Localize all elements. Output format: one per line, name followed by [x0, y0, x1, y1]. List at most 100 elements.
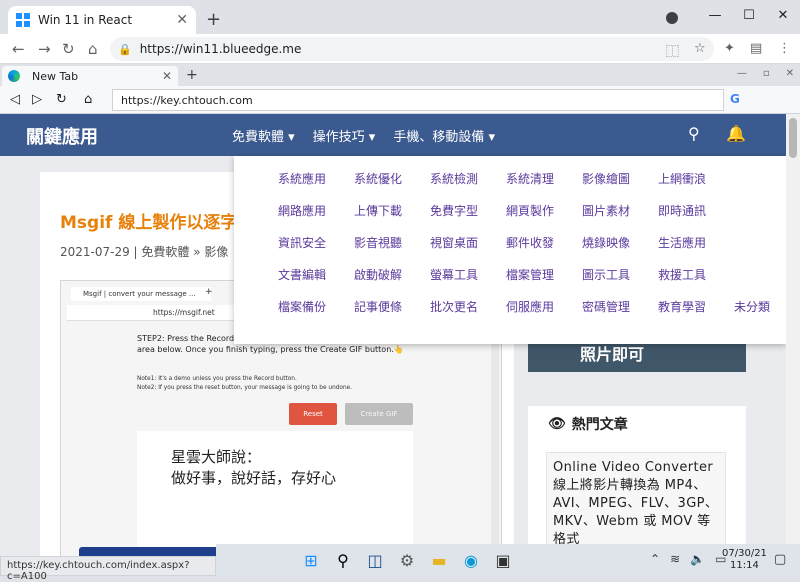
outer-tab-strip: Win 11 in React ✕ + — ☐ ✕	[0, 0, 800, 34]
mega-menu-item[interactable]: 燒錄映像	[582, 234, 658, 251]
start-windows-icon[interactable]: ⊞	[300, 549, 322, 571]
mega-menu-item[interactable]: 啟動破解	[354, 266, 430, 283]
scrollbar-thumb[interactable]	[789, 118, 797, 158]
extension-icon[interactable]: ▤	[750, 41, 762, 56]
close-tab-icon[interactable]: ✕	[162, 69, 172, 83]
new-tab-button[interactable]: +	[206, 9, 221, 30]
screenshot-tab: Msgif | convert your message ...	[71, 287, 211, 301]
outer-tab-title: Win 11 in React	[38, 13, 133, 27]
outer-toolbar: ← → ↻ ⌂ 🔒 https://win11.blueedge.me ⿰ ☆ …	[0, 34, 800, 64]
mega-menu-item[interactable]: 批次更名	[430, 298, 506, 315]
home-icon[interactable]: ⌂	[84, 92, 92, 107]
mega-menu-item[interactable]: 影音視聽	[354, 234, 430, 251]
search-icon[interactable]: ⚲	[688, 124, 700, 143]
mega-menu-item[interactable]: 文書編輯	[278, 266, 354, 283]
search-icon[interactable]: ⚲	[332, 549, 354, 571]
forward-icon[interactable]: →	[38, 40, 51, 58]
menu-kebab-icon[interactable]: ⋮	[778, 41, 791, 56]
home-icon[interactable]: ⌂	[88, 40, 98, 58]
translate-icon[interactable]: ⿰	[666, 41, 679, 60]
nav-mobile[interactable]: 手機、移動設備 ▾	[393, 126, 495, 145]
inner-tab-strip: New Tab ✕ + — ▫ ✕	[0, 64, 800, 86]
reload-icon[interactable]: ↻	[56, 92, 67, 107]
wifi-icon[interactable]: ≋	[670, 552, 680, 566]
inner-maximize-button[interactable]: ▫	[763, 68, 770, 79]
hot-articles-widget: 👁 熱門文章 Online Video Converter 線上將影片轉換為 M…	[528, 406, 746, 558]
mega-menu-item[interactable]: 檔案管理	[506, 266, 582, 283]
task-view-icon[interactable]: ◫	[364, 549, 386, 571]
site-logo[interactable]: 關鍵應用	[26, 123, 98, 149]
mega-menu-item[interactable]: 上傳下載	[354, 202, 430, 219]
mega-menu-grid: 系統應用 系統優化 系統檢測 系統清理 影像繪圖 上網衝浪網路應用 上傳下載 免費字型 網頁製作…	[278, 170, 786, 315]
website-viewport: 關鍵應用 免費軟體 ▾ 操作技巧 ▾ 手機、移動設備 ▾ ⚲ 🔔 Msgif 線…	[0, 114, 786, 558]
nav-tips[interactable]: 操作技巧 ▾	[313, 126, 376, 145]
close-tab-icon[interactable]: ✕	[176, 12, 188, 28]
mega-menu-dropdown: 系統應用 系統優化 系統檢測 系統清理 影像繪圖 上網衝浪網路應用 上傳下載 免費字型 網頁製作…	[234, 156, 786, 344]
new-tab-button[interactable]: +	[186, 67, 198, 83]
mega-menu-item[interactable]: 系統優化	[354, 170, 430, 187]
extensions-icon[interactable]: ✦	[724, 41, 735, 56]
mega-menu-item[interactable]: 救援工具	[658, 266, 734, 283]
forward-icon[interactable]: ▷	[32, 92, 42, 107]
mega-menu-item[interactable]: 系統檢測	[430, 170, 506, 187]
mega-menu-item[interactable]: 圖片素材	[582, 202, 658, 219]
back-icon[interactable]: ◁	[10, 92, 20, 107]
back-icon[interactable]: ←	[12, 40, 25, 58]
mega-menu-item	[734, 170, 786, 187]
inner-close-button[interactable]: ✕	[786, 68, 794, 79]
mega-menu-item	[734, 266, 786, 283]
hot-article-item[interactable]: Online Video Converter 線上將影片轉換為 MP4、AVI、…	[546, 452, 726, 558]
outer-tab[interactable]: Win 11 in React ✕	[8, 6, 196, 34]
maximize-button[interactable]: ☐	[732, 8, 766, 23]
reload-icon[interactable]: ↻	[62, 40, 75, 58]
status-bar-url: https://key.chtouch.com/index.aspx?c=A10…	[0, 556, 216, 582]
mega-menu-item[interactable]: 螢幕工具	[430, 266, 506, 283]
mega-menu-item[interactable]: 記事便條	[354, 298, 430, 315]
bookmark-star-icon[interactable]: ☆	[694, 41, 706, 56]
file-explorer-icon[interactable]: ▬	[428, 549, 450, 571]
mega-menu-item[interactable]: 系統應用	[278, 170, 354, 187]
address-bar[interactable]: 🔒 https://win11.blueedge.me	[110, 37, 714, 61]
mega-menu-item[interactable]: 影像繪圖	[582, 170, 658, 187]
mega-menu-item[interactable]: 系統清理	[506, 170, 582, 187]
inner-tab[interactable]: New Tab ✕	[2, 66, 178, 86]
hot-articles-label: 熱門文章	[571, 417, 628, 433]
mega-menu-item[interactable]: 上網衝浪	[658, 170, 734, 187]
inner-minimize-button[interactable]: —	[737, 68, 747, 79]
mega-menu-item[interactable]: 密碼管理	[582, 298, 658, 315]
address-bar-url: https://win11.blueedge.me	[139, 42, 302, 56]
site-nav: 免費軟體 ▾ 操作技巧 ▾ 手機、移動設備 ▾	[232, 126, 495, 145]
edge-browser-icon[interactable]: ◉	[460, 549, 482, 571]
profile-icon[interactable]	[666, 12, 678, 24]
mega-menu-item[interactable]: 資訊安全	[278, 234, 354, 251]
mega-menu-item[interactable]: 伺服應用	[506, 298, 582, 315]
clock-time: 11:14	[730, 560, 759, 571]
mega-menu-item[interactable]: 免費字型	[430, 202, 506, 219]
lock-icon: 🔒	[118, 42, 132, 56]
mega-menu-item[interactable]: 圖示工具	[582, 266, 658, 283]
mega-menu-item[interactable]: 即時通訊	[658, 202, 734, 219]
mega-menu-item[interactable]: 網路應用	[278, 202, 354, 219]
bell-icon[interactable]: 🔔	[726, 124, 746, 143]
mega-menu-item[interactable]: 郵件收發	[506, 234, 582, 251]
article-title[interactable]: Msgif 線上製作以逐字	[60, 208, 237, 233]
mega-menu-item[interactable]: 網頁製作	[506, 202, 582, 219]
inner-address-bar[interactable]: https://key.chtouch.com	[112, 89, 724, 111]
store-icon[interactable]: ▣	[492, 549, 514, 571]
mega-menu-item[interactable]: 教育學習	[658, 298, 734, 315]
notification-icon[interactable]: ▢	[774, 552, 786, 567]
nav-free-software[interactable]: 免費軟體 ▾	[232, 126, 295, 145]
close-window-button[interactable]: ✕	[766, 8, 800, 23]
settings-gear-icon[interactable]: ⚙	[396, 549, 418, 571]
minimize-button[interactable]: —	[698, 8, 732, 23]
mega-menu-item[interactable]: 生活應用	[658, 234, 734, 251]
google-icon: G	[730, 92, 740, 106]
mega-menu-item[interactable]: 視窗桌面	[430, 234, 506, 251]
taskbar: ⊞ ⚲ ◫ ⚙ ▬ ◉ ▣ ⌃ ≋ 🔈 ▭ 07/30/21 11:14 ▢	[216, 544, 800, 576]
volume-icon[interactable]: 🔈	[690, 552, 705, 566]
clock[interactable]: 07/30/21 11:14	[722, 548, 767, 572]
chevron-up-icon[interactable]: ⌃	[650, 552, 660, 566]
mega-menu-item[interactable]: 未分類	[734, 298, 786, 315]
mega-menu-item[interactable]: 檔案備份	[278, 298, 354, 315]
page-scrollbar[interactable]	[786, 114, 800, 558]
